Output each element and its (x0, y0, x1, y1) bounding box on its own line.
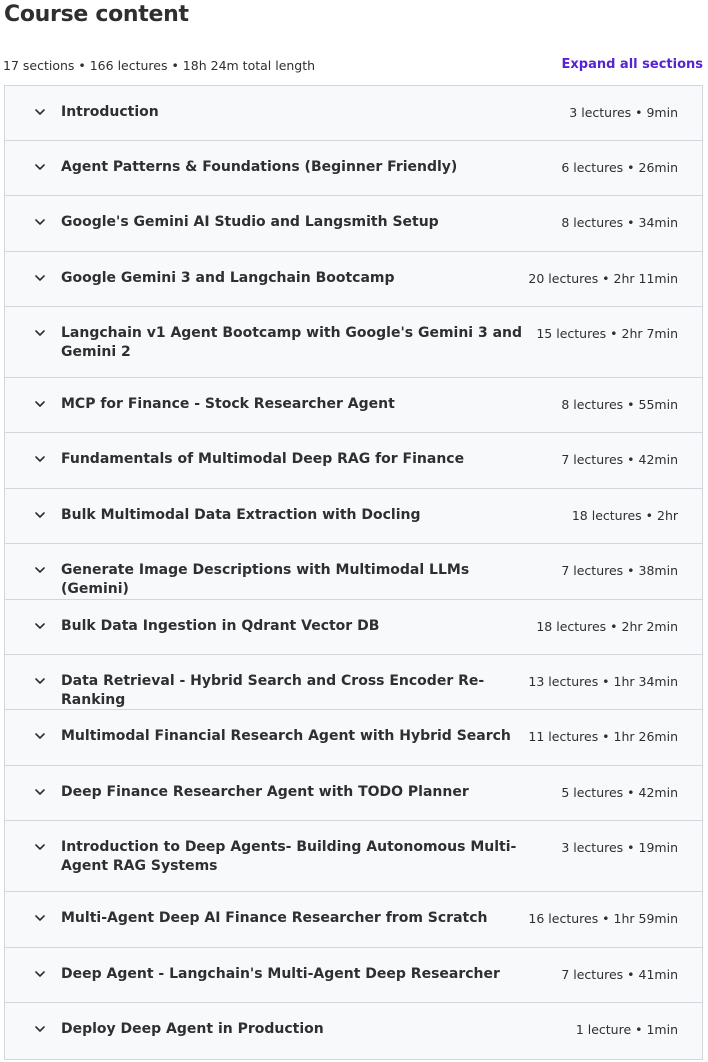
section-row[interactable]: Introduction to Deep Agents- Building Au… (5, 821, 702, 892)
section-meta: 7 lectures • 42min (561, 452, 678, 467)
chevron-down-icon (33, 729, 47, 743)
section-meta: 8 lectures • 34min (561, 215, 678, 230)
chevron-down-icon (33, 271, 47, 285)
section-row[interactable]: Deep Agent - Langchain's Multi-Agent Dee… (5, 948, 702, 1003)
chevron-down-icon (33, 326, 47, 340)
section-title: Multi-Agent Deep AI Finance Researcher f… (61, 910, 488, 926)
section-row[interactable]: Bulk Data Ingestion in Qdrant Vector DB 1… (5, 600, 702, 655)
course-content-panel: Course content 17 sections • 166 lecture… (0, 0, 708, 1062)
chevron-down-icon (33, 215, 47, 229)
section-meta: 8 lectures • 55min (561, 397, 678, 412)
section-row[interactable]: MCP for Finance - Stock Researcher Agent… (5, 378, 702, 433)
course-summary: 17 sections • 166 lectures • 18h 24m tot… (3, 58, 316, 73)
chevron-down-icon (33, 160, 47, 174)
section-meta: 3 lectures • 19min (561, 840, 678, 855)
chevron-down-icon (33, 911, 47, 925)
section-title: Introduction (61, 104, 159, 120)
chevron-down-icon (33, 840, 47, 854)
section-row[interactable]: Deploy Deep Agent in Production 1 lecture… (5, 1003, 702, 1059)
section-title: Generate Image Descriptions with Multimo… (61, 562, 470, 597)
section-meta: 16 lectures • 1hr 59min (528, 911, 678, 926)
section-meta: 5 lectures • 42min (561, 785, 678, 800)
section-row[interactable]: Generate Image Descriptions with Multimo… (5, 544, 702, 600)
sections-accordion: Introduction 3 lectures • 9min Agent Patte… (4, 85, 703, 1060)
chevron-down-icon (33, 508, 47, 522)
section-title: Deep Finance Researcher Agent with TODO … (61, 784, 469, 800)
section-row[interactable]: Agent Patterns & Foundations (Beginner F… (5, 141, 702, 196)
chevron-down-icon (33, 452, 47, 466)
section-meta: 18 lectures • 2hr 2min (536, 619, 678, 634)
section-meta: 15 lectures • 2hr 7min (536, 326, 678, 341)
summary-row: 17 sections • 166 lectures • 18h 24m tot… (3, 56, 703, 76)
section-title: Agent Patterns & Foundations (Beginner F… (61, 159, 458, 175)
chevron-down-icon (33, 785, 47, 799)
chevron-down-icon (33, 105, 47, 119)
section-row[interactable]: Google Gemini 3 and Langchain Bootcamp 20… (5, 252, 702, 307)
section-title: Multimodal Financial Research Agent with… (61, 728, 511, 744)
section-row[interactable]: Multi-Agent Deep AI Finance Researcher f… (5, 892, 702, 948)
section-row[interactable]: Deep Finance Researcher Agent with TODO … (5, 766, 702, 821)
page-title: Course content (4, 2, 189, 27)
section-row[interactable]: Multimodal Financial Research Agent with… (5, 710, 702, 766)
section-row[interactable]: Bulk Multimodal Data Extraction with Doc… (5, 489, 702, 544)
section-title: Deep Agent - Langchain's Multi-Agent Dee… (61, 966, 500, 982)
section-meta: 20 lectures • 2hr 11min (528, 271, 678, 286)
chevron-down-icon (33, 563, 47, 577)
section-title: MCP for Finance - Stock Researcher Agent (61, 396, 395, 412)
section-row[interactable]: Introduction 3 lectures • 9min (5, 86, 702, 141)
section-title: Deploy Deep Agent in Production (61, 1021, 324, 1037)
section-title: Bulk Data Ingestion in Qdrant Vector DB (61, 618, 380, 634)
section-title: Data Retrieval - Hybrid Search and Cross… (61, 673, 485, 708)
chevron-down-icon (33, 674, 47, 688)
section-title: Google's Gemini AI Studio and Langsmith … (61, 214, 439, 230)
section-meta: 3 lectures • 9min (569, 105, 678, 120)
expand-all-sections-button[interactable]: Expand all sections (562, 57, 704, 72)
section-meta: 1 lecture • 1min (575, 1022, 678, 1037)
chevron-down-icon (33, 619, 47, 633)
chevron-down-icon (33, 397, 47, 411)
section-row[interactable]: Fundamentals of Multimodal Deep RAG for … (5, 433, 702, 489)
section-row[interactable]: Langchain v1 Agent Bootcamp with Google'… (5, 307, 702, 378)
section-row[interactable]: Google's Gemini AI Studio and Langsmith … (5, 196, 702, 252)
section-meta: 11 lectures • 1hr 26min (528, 729, 678, 744)
section-title: Bulk Multimodal Data Extraction with Doc… (61, 507, 421, 523)
section-title: Introduction to Deep Agents- Building Au… (61, 839, 517, 874)
section-row[interactable]: Data Retrieval - Hybrid Search and Cross… (5, 655, 702, 710)
section-meta: 7 lectures • 41min (561, 967, 678, 982)
section-title: Langchain v1 Agent Bootcamp with Google'… (61, 325, 523, 360)
chevron-down-icon (33, 967, 47, 981)
section-title: Google Gemini 3 and Langchain Bootcamp (61, 270, 395, 286)
section-meta: 7 lectures • 38min (561, 563, 678, 578)
chevron-down-icon (33, 1022, 47, 1036)
section-meta: 18 lectures • 2hr (571, 508, 678, 523)
section-meta: 13 lectures • 1hr 34min (528, 674, 678, 689)
section-meta: 6 lectures • 26min (561, 160, 678, 175)
section-title: Fundamentals of Multimodal Deep RAG for … (61, 451, 465, 467)
